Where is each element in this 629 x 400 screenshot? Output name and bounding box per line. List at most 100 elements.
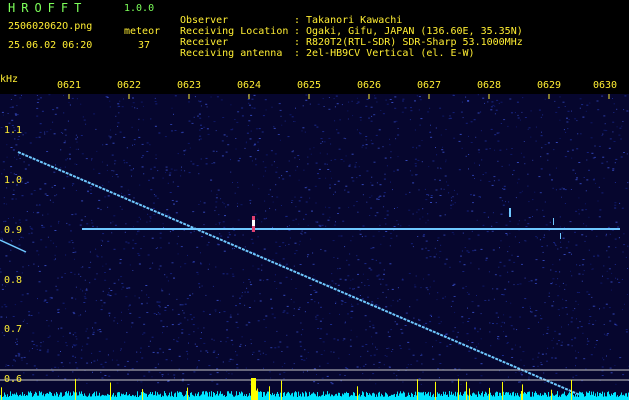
power-bar (160, 393, 161, 400)
noise-pixel (46, 302, 49, 303)
noise-pixel (152, 262, 154, 264)
noise-pixel (165, 166, 168, 168)
noise-pixel (501, 200, 503, 202)
power-bar (614, 392, 615, 400)
noise-pixel (422, 235, 425, 237)
noise-pixel (117, 176, 119, 178)
noise-pixel (85, 310, 86, 312)
power-bar (589, 391, 590, 400)
power-bar (115, 395, 116, 400)
noise-pixel (465, 96, 467, 98)
power-bar (301, 396, 302, 400)
noise-pixel (579, 98, 582, 100)
noise-pixel (284, 362, 286, 364)
noise-pixel (484, 102, 485, 104)
noise-pixel (5, 306, 8, 308)
noise-pixel (369, 320, 371, 322)
noise-pixel (109, 106, 111, 108)
noise-pixel (264, 200, 266, 202)
noise-pixel (69, 362, 71, 364)
noise-pixel (434, 247, 436, 249)
noise-pixel (49, 298, 51, 300)
noise-pixel (506, 234, 508, 236)
noise-pixel (440, 321, 442, 323)
noise-pixel (67, 120, 69, 122)
power-bar (481, 393, 482, 400)
noise-pixel (465, 286, 467, 287)
power-bar (534, 392, 535, 400)
power-bar (168, 395, 169, 400)
noise-pixel (532, 199, 534, 201)
noise-pixel (64, 273, 66, 274)
noise-pixel (173, 113, 174, 115)
noise-pixel (249, 104, 251, 106)
noise-pixel (606, 333, 609, 335)
noise-pixel (610, 289, 612, 291)
noise-pixel (618, 282, 621, 283)
noise-pixel (80, 276, 82, 277)
power-bar (588, 392, 589, 400)
noise-pixel (13, 217, 14, 219)
noise-pixel (485, 257, 488, 259)
noise-pixel (127, 242, 130, 244)
noise-pixel (108, 312, 111, 314)
noise-pixel (16, 105, 18, 107)
power-bar (417, 379, 418, 400)
power-bar (72, 395, 73, 400)
noise-pixel (350, 329, 352, 331)
noise-pixel (393, 372, 395, 374)
noise-pixel (278, 177, 280, 179)
noise-pixel (499, 275, 502, 277)
noise-pixel (103, 302, 106, 304)
noise-pixel (139, 351, 141, 353)
noise-pixel (598, 145, 601, 147)
noise-pixel (515, 372, 517, 374)
noise-pixel (11, 106, 14, 108)
power-bar (502, 381, 503, 400)
noise-pixel (561, 307, 564, 309)
noise-pixel (102, 366, 105, 368)
noise-pixel (190, 160, 192, 162)
noise-pixel (396, 207, 398, 208)
noise-pixel (73, 345, 76, 347)
noise-pixel (30, 227, 33, 229)
noise-pixel (601, 162, 604, 164)
noise-pixel (110, 290, 113, 291)
noise-pixel (361, 282, 363, 284)
noise-pixel (556, 343, 558, 345)
noise-pixel (22, 134, 24, 136)
noise-pixel (429, 286, 431, 288)
noise-pixel (328, 207, 331, 209)
power-bar (195, 393, 196, 400)
noise-pixel (181, 304, 184, 306)
power-bar (563, 393, 564, 400)
noise-pixel (259, 279, 262, 281)
meteor-echo-core (252, 220, 255, 226)
noise-pixel (139, 184, 141, 186)
noise-pixel (320, 249, 322, 250)
noise-pixel (288, 160, 290, 162)
noise-pixel (57, 375, 59, 377)
power-bar (198, 392, 199, 400)
noise-pixel (553, 242, 555, 243)
noise-pixel (447, 184, 450, 186)
noise-pixel (345, 185, 348, 187)
noise-pixel (489, 148, 491, 150)
noise-pixel (180, 175, 182, 177)
power-bar (400, 391, 401, 400)
power-bar (237, 395, 238, 400)
noise-pixel (168, 242, 170, 244)
noise-pixel (171, 130, 173, 132)
noise-pixel (254, 300, 256, 302)
noise-pixel (323, 141, 326, 143)
noise-pixel (71, 297, 74, 299)
noise-pixel (232, 182, 233, 183)
noise-pixel (63, 94, 64, 96)
power-bar (88, 395, 89, 400)
power-bar (553, 395, 554, 400)
noise-pixel (546, 245, 548, 247)
noise-pixel (164, 136, 167, 138)
noise-pixel (68, 224, 71, 226)
noise-pixel (263, 175, 265, 177)
noise-pixel (131, 368, 134, 370)
